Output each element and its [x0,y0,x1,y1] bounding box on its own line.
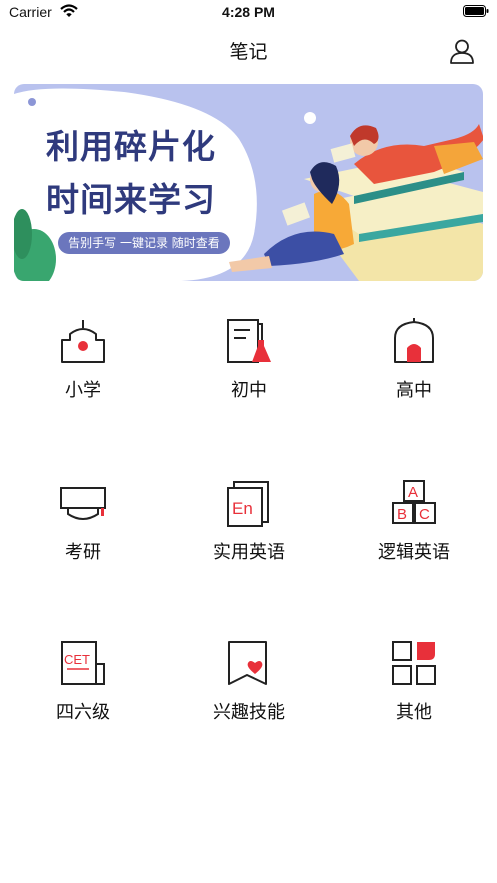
promo-banner[interactable]: 利用碎片化 时间来学习 告别手写 一键记录 随时查看 [14,84,483,281]
arch-door-icon [394,318,434,363]
category-interest-skills[interactable]: 兴趣技能 [166,622,332,752]
book-flask-icon [227,319,271,363]
category-other[interactable]: 其他 [331,622,497,752]
status-time: 4:28 PM [222,4,275,20]
heart-bookmark-icon [228,641,267,685]
user-profile-icon[interactable] [449,38,475,64]
category-label: 考研 [65,542,101,563]
svg-text:B: B [397,506,407,523]
svg-text:A: A [408,484,418,501]
category-postgrad-exam[interactable]: 考研 [0,462,166,592]
category-label: 小学 [65,380,101,401]
category-label: 四六级 [56,702,110,723]
status-bar: Carrier 4:28 PM [0,0,497,26]
abc-blocks-icon: A B C [392,480,436,524]
category-label: 实用英语 [213,542,285,563]
category-practical-english[interactable]: En 实用英语 [166,462,332,592]
category-label: 逻辑英语 [378,542,450,563]
banner-headline: 利用碎片化 时间来学习 [46,120,216,226]
category-label: 高中 [396,380,432,401]
category-senior-high[interactable]: 高中 [331,300,497,430]
banner-tagline: 告别手写 一键记录 随时查看 [58,232,230,254]
grad-cap-icon [60,487,106,520]
category-label: 兴趣技能 [213,702,285,723]
page-title: 笔记 [229,41,268,63]
grid-squares-icon [392,641,436,685]
banner-line-2: 时间来学习 [46,180,216,219]
cet-doc-icon: CET [61,641,105,685]
category-primary-school[interactable]: 小学 [0,300,166,430]
category-junior-high[interactable]: 初中 [166,300,332,430]
battery-icon [463,5,489,17]
banner-line-1: 利用碎片化 [46,127,216,166]
svg-text:En: En [232,499,253,518]
category-label: 初中 [231,380,267,401]
school-icon [61,320,105,363]
svg-text:C: C [419,506,430,523]
category-logic-english[interactable]: A B C 逻辑英语 [331,462,497,592]
nav-bar: 笔记 [0,26,497,76]
en-book-icon: En [227,481,269,527]
category-label: 其他 [396,702,432,723]
svg-text:CET: CET [64,652,90,667]
category-cet[interactable]: CET 四六级 [0,622,166,752]
